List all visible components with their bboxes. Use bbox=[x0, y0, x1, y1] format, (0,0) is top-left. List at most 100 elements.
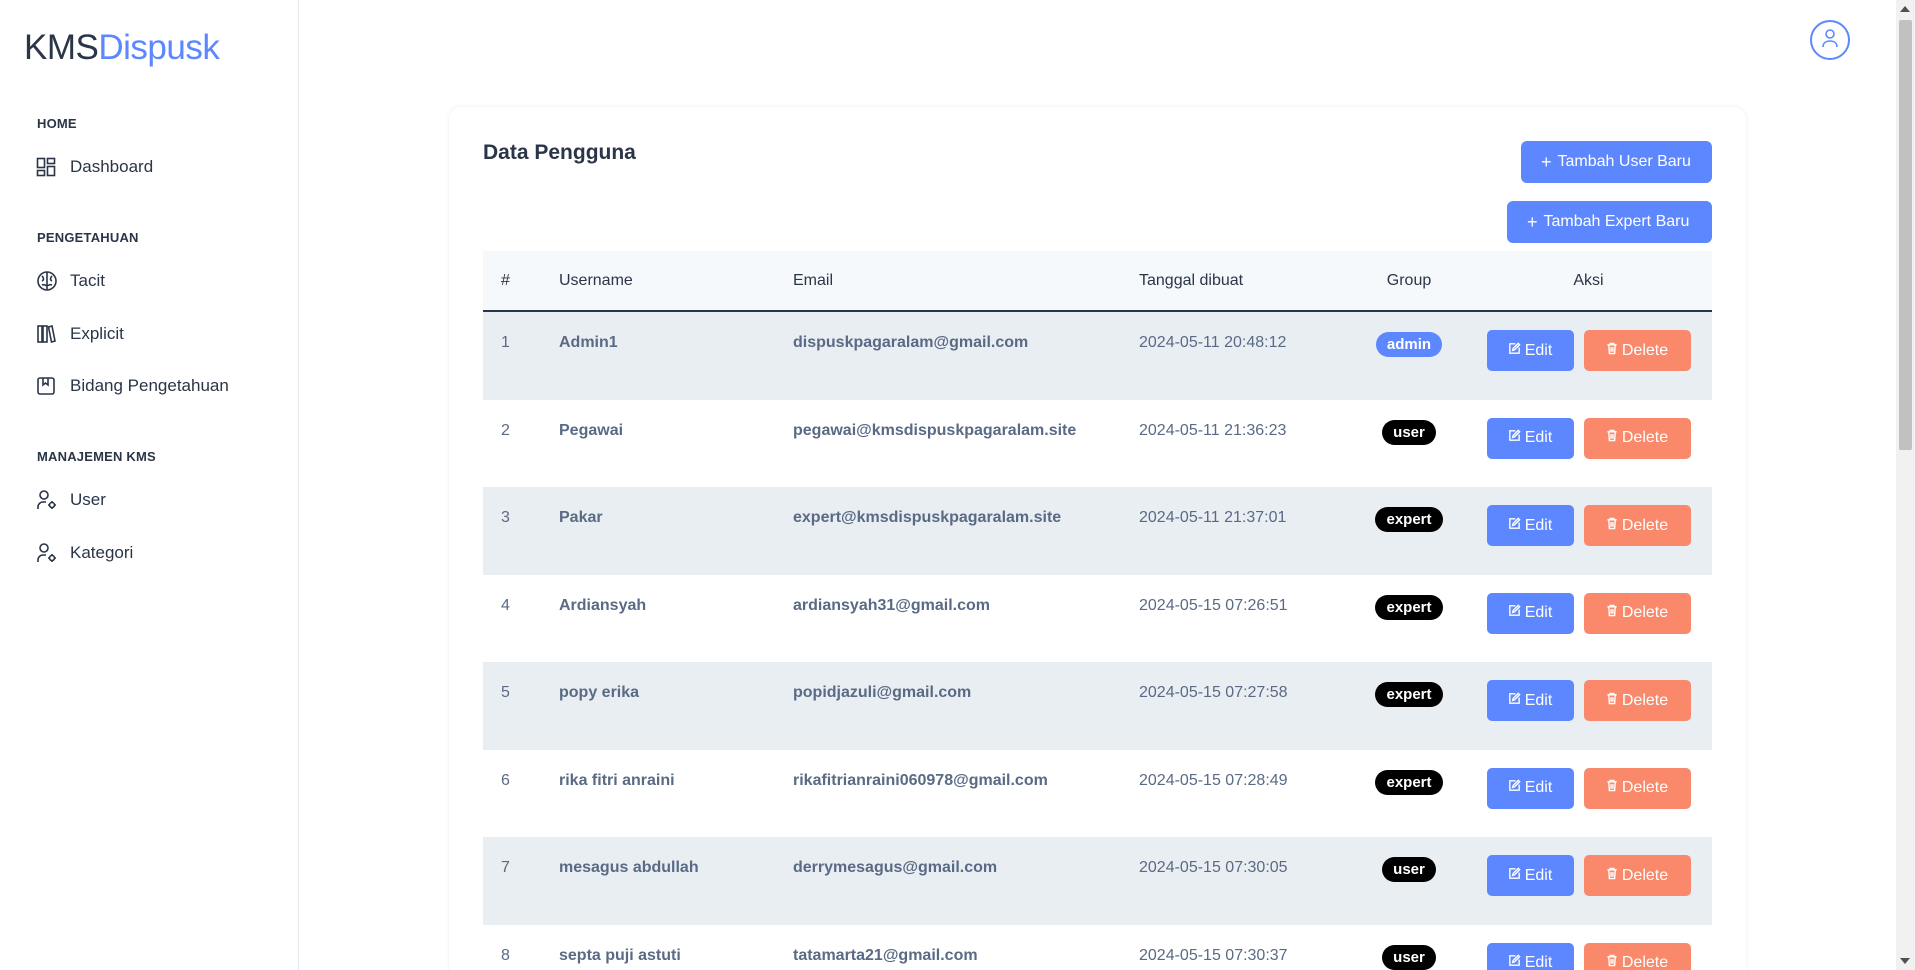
edit-icon bbox=[1508, 604, 1525, 622]
edit-button[interactable]: Edit bbox=[1486, 767, 1574, 809]
table-row: 6 rika fitri anraini rikafitrianraini06097… bbox=[483, 749, 1712, 837]
cell-date: 2024-05-11 21:36:23 bbox=[1139, 421, 1287, 439]
sidebar-item-dashboard[interactable]: Dashboard bbox=[30, 147, 280, 187]
cell-group: expert bbox=[1353, 575, 1465, 620]
scrollbar-thumb[interactable] bbox=[1899, 20, 1912, 450]
cell-actions: Edit Delete bbox=[1465, 925, 1712, 970]
delete-button[interactable]: Delete bbox=[1583, 505, 1691, 546]
add-user-label: Tambah User Baru bbox=[1557, 153, 1691, 170]
trash-icon bbox=[1606, 692, 1622, 710]
scroll-down-arrow[interactable] bbox=[1900, 958, 1910, 964]
edit-button[interactable]: Edit bbox=[1486, 417, 1574, 459]
delete-button[interactable]: Delete bbox=[1583, 942, 1691, 970]
group-badge: expert bbox=[1375, 594, 1443, 620]
edit-button[interactable]: Edit bbox=[1486, 942, 1574, 970]
edit-label: Edit bbox=[1524, 516, 1553, 534]
group-badge: user bbox=[1382, 944, 1436, 970]
table-row: 4 Ardiansyah ardiansyah31@gmail.com 2024-05… bbox=[483, 574, 1712, 662]
edit-button[interactable]: Edit bbox=[1486, 330, 1574, 371]
nav-section-home: HOME bbox=[37, 116, 77, 131]
delete-label: Delete bbox=[1621, 604, 1669, 621]
cell-num: 6 bbox=[501, 771, 510, 789]
sidebar-item-explicit[interactable]: Explicit bbox=[30, 314, 280, 354]
bookmark-icon bbox=[36, 374, 68, 398]
page-title: Data Pengguna bbox=[483, 141, 636, 164]
cell-num: 3 bbox=[501, 509, 510, 526]
cell-group: expert bbox=[1353, 662, 1465, 707]
scroll-up-arrow[interactable] bbox=[1900, 6, 1910, 12]
group-badge: user bbox=[1382, 419, 1436, 445]
edit-icon bbox=[1508, 341, 1525, 360]
cell-username: mesagus abdullah bbox=[559, 859, 699, 876]
table-body: 1 Admin1 dispuskpagaralam@gmail.com 2024-05… bbox=[483, 312, 1712, 970]
table-row: 5 popy erika popidjazuli@gmail.com 2024-05-… bbox=[483, 662, 1712, 750]
cell-actions: Edit Delete bbox=[1465, 575, 1712, 634]
delete-button[interactable]: Delete bbox=[1583, 855, 1691, 896]
edit-label: Edit bbox=[1524, 866, 1553, 884]
cell-username: popy erika bbox=[559, 684, 640, 701]
col-header-date[interactable]: Tanggal dibuat bbox=[1139, 272, 1353, 290]
trash-icon bbox=[1606, 517, 1622, 535]
cell-email: pegawai@kmsdispuskpagaralam.site bbox=[793, 421, 1077, 439]
delete-label: Delete bbox=[1621, 779, 1669, 796]
sidebar-item-kategori[interactable]: Kategori bbox=[30, 533, 280, 573]
table-row: 3 Pakar expert@kmsdispuskpagaralam.site 202… bbox=[483, 487, 1712, 575]
delete-button[interactable]: Delete bbox=[1583, 680, 1691, 721]
sidebar-item-user[interactable]: User bbox=[30, 480, 280, 520]
add-expert-label: Tambah Expert Baru bbox=[1543, 213, 1690, 230]
delete-button[interactable]: Delete bbox=[1583, 330, 1691, 371]
cell-email: expert@kmsdispuskpagaralam.site bbox=[793, 509, 1062, 526]
edit-label: Edit bbox=[1524, 604, 1553, 621]
group-badge: user bbox=[1382, 857, 1436, 882]
cell-actions: Edit Delete bbox=[1465, 837, 1712, 896]
cell-date: 2024-05-15 07:26:51 bbox=[1139, 596, 1288, 614]
sidebar-item-tacit[interactable]: Tacit bbox=[30, 261, 280, 301]
sidebar-item-label: Explicit bbox=[70, 324, 124, 343]
nav-section-pengetahuan: PENGETAHUAN bbox=[37, 230, 139, 245]
delete-button[interactable]: Delete bbox=[1583, 767, 1691, 809]
trash-icon bbox=[1606, 429, 1622, 447]
edit-label: Edit bbox=[1524, 779, 1553, 796]
cell-num: 1 bbox=[501, 334, 510, 351]
plus-icon: + bbox=[1541, 151, 1552, 172]
col-header-username[interactable]: Username bbox=[559, 272, 793, 290]
sidebar-item-label: Bidang Pengetahuan bbox=[70, 376, 229, 395]
cell-num: 5 bbox=[501, 684, 510, 701]
edit-button[interactable]: Edit bbox=[1486, 855, 1574, 896]
edit-label: Edit bbox=[1524, 691, 1553, 709]
table-row: 2 Pegawai pegawai@kmsdispuskpagaralam.site… bbox=[483, 399, 1712, 487]
edit-icon bbox=[1508, 866, 1525, 885]
cell-actions: Edit Delete bbox=[1465, 487, 1712, 546]
brand-logo[interactable]: KMSDispusk bbox=[24, 26, 220, 70]
cell-actions: Edit Delete bbox=[1465, 312, 1712, 371]
cell-date: 2024-05-15 07:28:49 bbox=[1139, 771, 1288, 789]
col-header-group[interactable]: Group bbox=[1353, 272, 1465, 290]
cell-email: rikafitrianraini060978@gmail.com bbox=[793, 771, 1048, 789]
cell-group: admin bbox=[1353, 312, 1465, 357]
users-table: # Username Email Tanggal dibuat Group Ak… bbox=[483, 251, 1712, 970]
profile-button[interactable] bbox=[1810, 20, 1850, 60]
trash-icon bbox=[1606, 604, 1622, 622]
delete-button[interactable]: Delete bbox=[1583, 417, 1691, 459]
scrollbar[interactable] bbox=[1896, 0, 1915, 970]
edit-button[interactable]: Edit bbox=[1486, 505, 1574, 546]
books-icon bbox=[36, 322, 68, 346]
add-user-button[interactable]: + Tambah User Baru bbox=[1521, 141, 1712, 183]
cell-date: 2024-05-15 07:27:58 bbox=[1139, 684, 1288, 701]
cell-username: Pakar bbox=[559, 509, 603, 526]
trash-icon bbox=[1606, 867, 1622, 885]
nav-section-manajemen: MANAJEMEN KMS bbox=[37, 449, 156, 464]
cell-username: Admin1 bbox=[559, 334, 618, 351]
cell-email: derrymesagus@gmail.com bbox=[793, 859, 998, 876]
brand-part2: Dispusk bbox=[98, 28, 220, 67]
edit-button[interactable]: Edit bbox=[1486, 680, 1574, 721]
cell-username: rika fitri anraini bbox=[559, 771, 675, 789]
edit-button[interactable]: Edit bbox=[1486, 592, 1574, 634]
delete-button[interactable]: Delete bbox=[1583, 592, 1691, 634]
table-header: # Username Email Tanggal dibuat Group Ak… bbox=[483, 251, 1712, 312]
col-header-email[interactable]: Email bbox=[793, 272, 1139, 290]
add-expert-button[interactable]: + Tambah Expert Baru bbox=[1507, 201, 1712, 243]
user-cog-icon bbox=[36, 541, 68, 565]
brand-part1: KMS bbox=[24, 28, 99, 67]
sidebar-item-bidang-pengetahuan[interactable]: Bidang Pengetahuan bbox=[30, 366, 280, 406]
